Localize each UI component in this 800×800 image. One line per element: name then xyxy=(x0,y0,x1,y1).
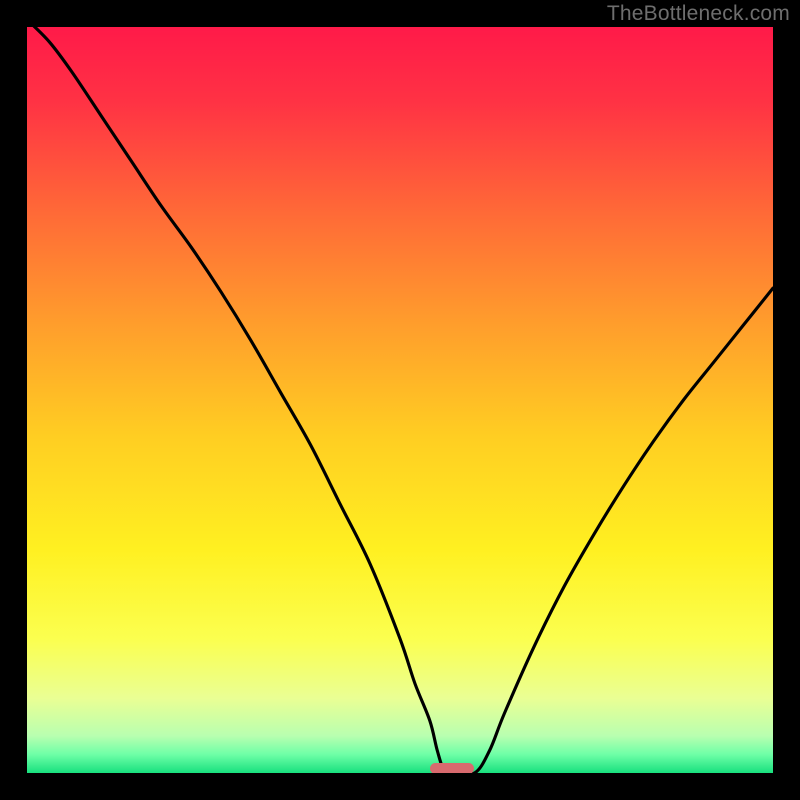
optimal-marker xyxy=(430,763,474,773)
bottleneck-curve xyxy=(27,27,773,773)
watermark-label: TheBottleneck.com xyxy=(607,2,790,26)
chart-frame: TheBottleneck.com xyxy=(0,0,800,800)
plot-area xyxy=(27,27,773,773)
